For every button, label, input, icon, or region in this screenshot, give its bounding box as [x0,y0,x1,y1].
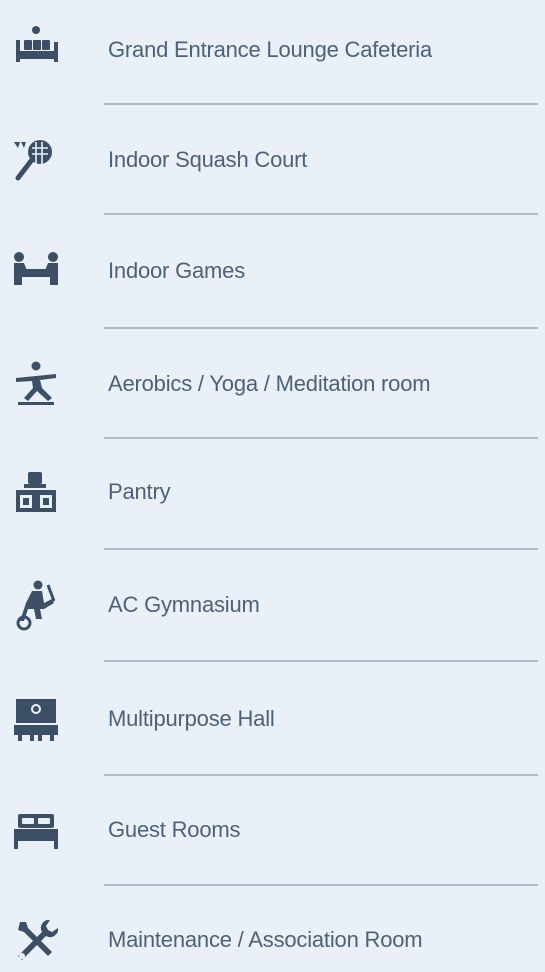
list-item-label: Multipurpose Hall [108,706,275,731]
list-item-label: Guest Rooms [108,817,241,842]
lounge-icon [10,24,62,76]
yoga-icon [10,358,62,410]
divider [104,437,538,439]
divider [104,774,538,776]
list-item-yoga-room: Aerobics / Yoga / Meditation room [0,352,545,416]
tools-icon [10,914,62,966]
list-item-label: Maintenance / Association Room [108,927,423,952]
list-item-gymnasium: AC Gymnasium [0,573,545,637]
list-item-label: Indoor Squash Court [108,147,308,172]
divider [104,103,538,105]
divider [104,660,538,662]
list-item-maintenance-room: Maintenance / Association Room [0,908,545,972]
list-item-label: Aerobics / Yoga / Meditation room [108,371,431,396]
gym-icon [10,579,62,631]
multipurpose-hall-icon [10,693,62,745]
squash-icon [10,134,62,186]
amenity-list: Grand Entrance Lounge Cafeteria Indoor S… [0,0,545,960]
list-item-label: AC Gymnasium [108,592,260,617]
bed-icon [10,804,62,856]
list-item-label: Grand Entrance Lounge Cafeteria [108,37,433,62]
list-item-squash-court: Indoor Squash Court [0,128,545,192]
pantry-icon [10,466,62,518]
divider [104,548,538,550]
list-item-label: Indoor Games [108,258,246,283]
list-item-lounge-cafeteria: Grand Entrance Lounge Cafeteria [0,18,545,82]
list-item-guest-rooms: Guest Rooms [0,798,545,862]
list-item-multipurpose-hall: Multipurpose Hall [0,687,545,751]
list-item-label: Pantry [108,479,171,504]
indoor-games-icon [10,245,62,297]
divider [104,327,538,329]
list-item-indoor-games: Indoor Games [0,239,545,303]
list-item-pantry: Pantry [0,460,545,524]
divider [104,213,538,215]
divider [104,884,538,886]
